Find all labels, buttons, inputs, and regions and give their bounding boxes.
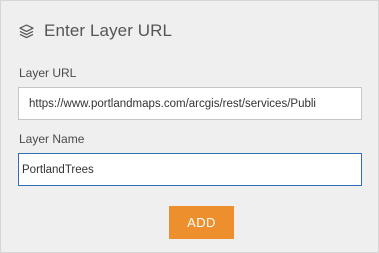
add-button[interactable]: ADD: [169, 206, 234, 239]
panel-header: Enter Layer URL: [18, 20, 172, 42]
layer-name-input[interactable]: [18, 153, 362, 186]
layer-url-input[interactable]: [18, 87, 362, 120]
enter-layer-url-panel: Enter Layer URL Layer URL Layer Name ADD: [0, 0, 379, 253]
panel-title: Enter Layer URL: [44, 21, 173, 40]
layer-name-label: Layer Name: [19, 132, 85, 146]
layers-icon: [18, 23, 35, 40]
layer-url-label: Layer URL: [19, 66, 77, 80]
